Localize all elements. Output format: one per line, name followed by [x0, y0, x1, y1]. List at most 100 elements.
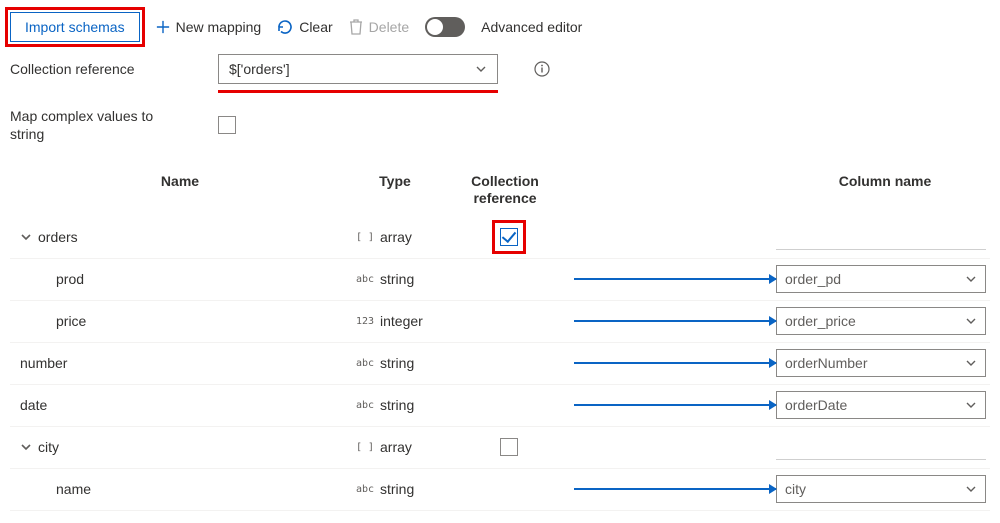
cell-collection-reference [444, 228, 574, 246]
cell-type: abcstring [354, 271, 444, 287]
type-tag: abc [354, 358, 376, 369]
header-type: Type [350, 173, 440, 207]
type-tag: [ ] [354, 442, 376, 453]
table-row[interactable]: dateabc string orderDate [10, 385, 990, 427]
cell-type: abc string [354, 397, 444, 413]
map-complex-row: Map complex values to string [10, 107, 990, 143]
type-tag: [ ] [354, 232, 376, 243]
map-complex-label: Map complex values to string [10, 107, 190, 143]
type-value: string [380, 481, 414, 497]
collection-reference-label: Collection reference [10, 61, 190, 77]
cell-name: prod [14, 271, 354, 287]
type-value: string [380, 355, 414, 371]
cell-column-name: orderDate [776, 391, 986, 419]
table-row[interactable]: city [ ]array [10, 427, 990, 469]
column-name-value: order_pd [785, 271, 841, 287]
type-value: string [380, 271, 414, 287]
cell-arrow [574, 362, 776, 364]
table-row[interactable]: orders [ ] array [10, 217, 990, 259]
type-tag: 123 [354, 316, 376, 327]
header-cref: Collection reference [440, 173, 570, 207]
cell-type: abc string [354, 355, 444, 371]
trash-icon [349, 19, 363, 35]
cell-name: orders [14, 229, 354, 245]
chevron-down-icon[interactable] [20, 231, 32, 243]
source-name: name [56, 481, 91, 497]
column-name-value: order_price [785, 313, 856, 329]
column-name-input[interactable] [776, 224, 986, 250]
chevron-down-icon [965, 315, 977, 327]
delete-button: Delete [349, 19, 409, 35]
cell-arrow [574, 488, 776, 490]
column-name-value: orderNumber [785, 355, 867, 371]
type-tag: abc [354, 400, 376, 411]
cell-name: city [14, 439, 354, 455]
column-name-select[interactable]: order_price [776, 307, 986, 335]
column-name-select[interactable]: order_pd [776, 265, 986, 293]
collection-reference-highlight [218, 90, 498, 93]
collection-reference-select[interactable]: $['orders'] [218, 54, 498, 84]
new-mapping-button[interactable]: New mapping [156, 19, 262, 35]
column-name-value: city [785, 481, 806, 497]
mapping-table: Name Type Collection reference Column na… [10, 167, 990, 511]
toolbar: Import schemas New mapping Clear Delete … [10, 12, 990, 42]
column-name-select[interactable]: city [776, 475, 986, 503]
arrow-icon [574, 362, 776, 364]
table-row[interactable]: prod abcstring order_pd [10, 259, 990, 301]
type-tag: abc [354, 484, 376, 495]
chevron-down-icon [965, 273, 977, 285]
column-name-select[interactable]: orderNumber [776, 349, 986, 377]
cell-name: number [14, 355, 354, 371]
table-row[interactable]: number abc string orderNumber [10, 343, 990, 385]
clear-button[interactable]: Clear [277, 19, 332, 35]
cell-column-name: order_price [776, 307, 986, 335]
new-mapping-label: New mapping [176, 19, 262, 35]
refresh-icon [277, 19, 293, 35]
delete-label: Delete [369, 19, 409, 35]
cell-collection-reference [444, 438, 574, 456]
cell-name: price [14, 313, 354, 329]
arrow-icon [574, 320, 776, 322]
table-row[interactable]: price 123 integer order_price [10, 301, 990, 343]
type-value: string [380, 397, 414, 413]
collection-reference-checkbox[interactable] [500, 228, 518, 246]
advanced-editor-label: Advanced editor [481, 19, 582, 35]
cell-column-name: orderNumber [776, 349, 986, 377]
cell-name: date [14, 397, 354, 413]
chevron-down-icon[interactable] [20, 441, 32, 453]
cell-type: 123 integer [354, 313, 444, 329]
cell-name: name [14, 481, 354, 497]
source-name: orders [38, 229, 78, 245]
source-name: number [20, 355, 67, 371]
cell-arrow [574, 404, 776, 406]
chevron-down-icon [475, 63, 487, 75]
plus-icon [156, 20, 170, 34]
info-icon[interactable] [534, 61, 550, 77]
collection-reference-checkbox[interactable] [500, 438, 518, 456]
advanced-editor-toggle[interactable] [425, 17, 465, 37]
collection-reference-value: $['orders'] [229, 61, 290, 77]
header-dest: Column name [780, 173, 990, 207]
chevron-down-icon [965, 357, 977, 369]
column-name-input[interactable] [776, 434, 986, 460]
cell-column-name [776, 434, 986, 460]
table-row[interactable]: name abc string city [10, 469, 990, 511]
table-header: Name Type Collection reference Column na… [10, 167, 990, 217]
column-name-select[interactable]: orderDate [776, 391, 986, 419]
clear-label: Clear [299, 19, 332, 35]
source-name: city [38, 439, 59, 455]
cell-column-name: city [776, 475, 986, 503]
import-schemas-button[interactable]: Import schemas [10, 12, 140, 42]
header-name: Name [10, 173, 350, 207]
type-value: integer [380, 313, 423, 329]
source-name: price [56, 313, 86, 329]
cell-type: [ ]array [354, 439, 444, 455]
cell-arrow [574, 320, 776, 322]
cell-column-name [776, 224, 986, 250]
cell-type: abc string [354, 481, 444, 497]
column-name-value: orderDate [785, 397, 847, 413]
chevron-down-icon [965, 399, 977, 411]
map-complex-checkbox[interactable] [218, 116, 236, 134]
type-value: array [380, 229, 412, 245]
source-name: prod [56, 271, 84, 287]
